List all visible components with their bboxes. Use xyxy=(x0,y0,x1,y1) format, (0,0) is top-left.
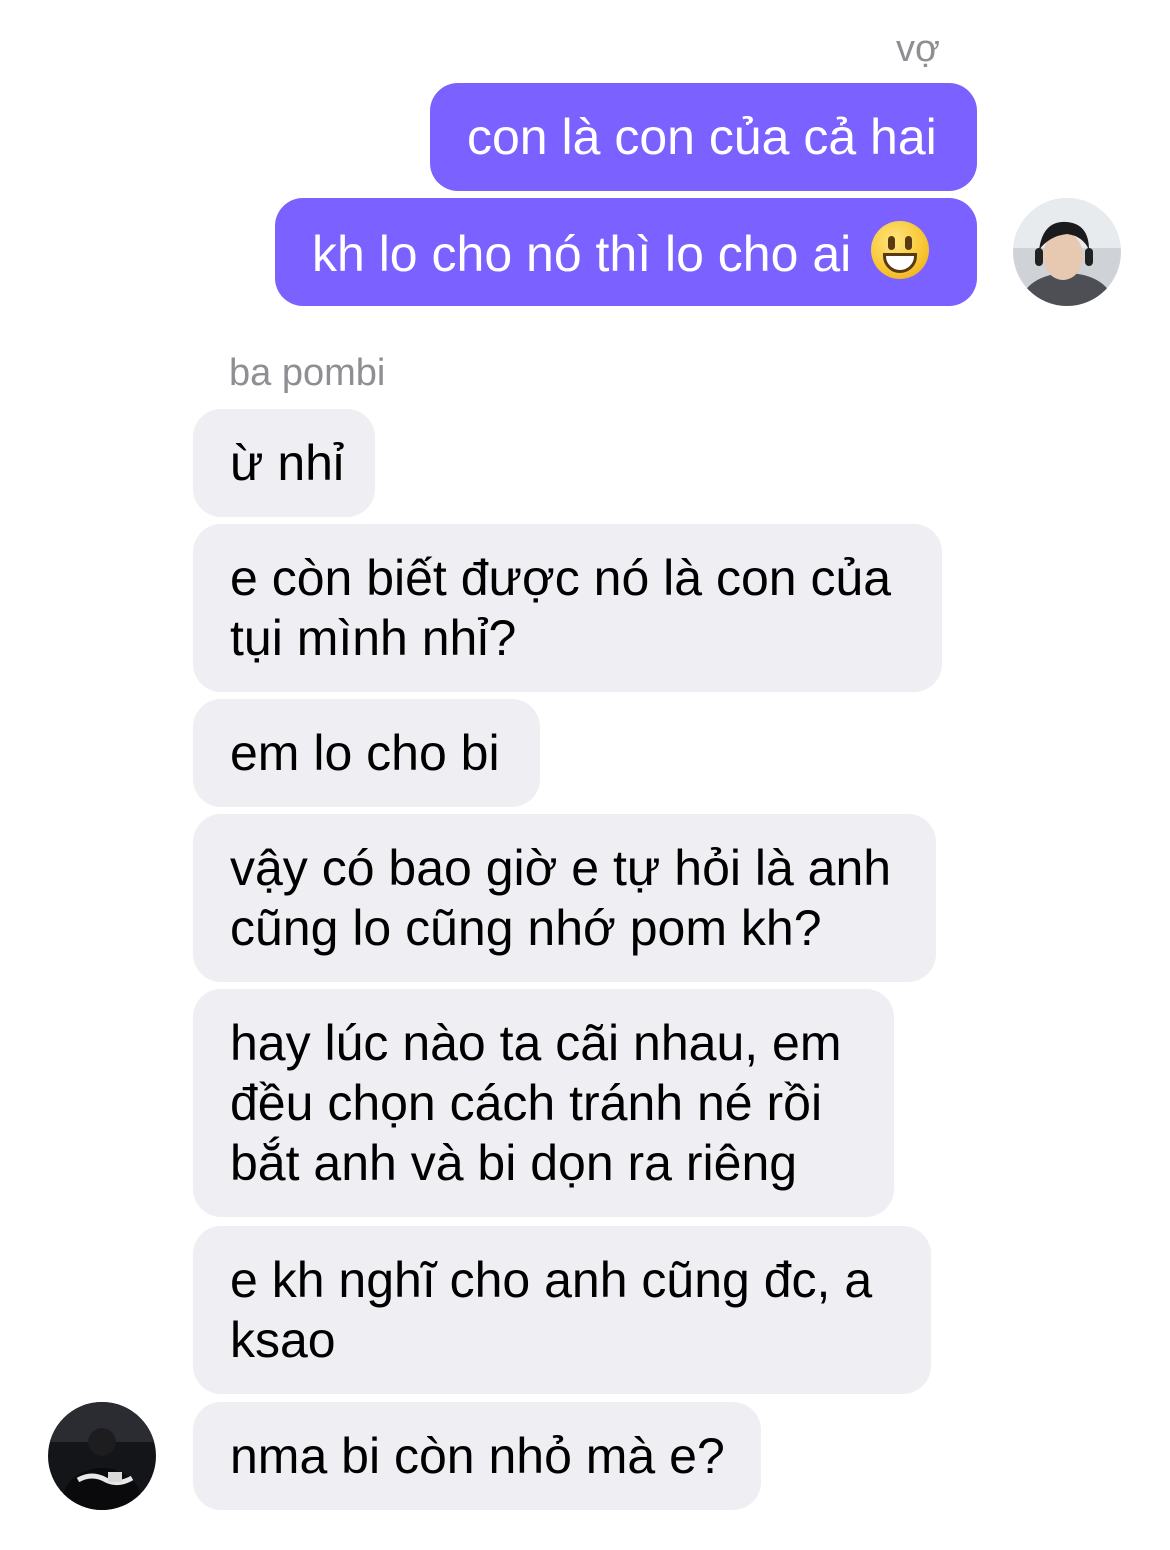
message-text: hay lúc nào ta cãi nhau, em xyxy=(230,1015,842,1071)
message-text: đều chọn cách tránh né rồi xyxy=(230,1075,823,1131)
message-text: cũng lo cũng nhớ pom kh? xyxy=(230,900,822,956)
incoming-message-bubble[interactable]: vậy có bao giờ e tự hỏi là anh cũng lo c… xyxy=(193,814,936,982)
message-text: ừ nhỉ xyxy=(230,435,345,491)
message-text: kh lo cho nó thì lo cho ai xyxy=(312,225,852,282)
incoming-message-bubble[interactable]: e còn biết được nó là con của tụi mình n… xyxy=(193,524,942,692)
incoming-message-bubble[interactable]: em lo cho bi xyxy=(193,699,540,807)
message-text: ksao xyxy=(230,1312,336,1368)
message-text: em lo cho bi xyxy=(230,725,500,781)
incoming-message-bubble[interactable]: nma bi còn nhỏ mà e? xyxy=(193,1402,761,1510)
outgoing-message-bubble[interactable]: kh lo cho nó thì lo cho ai xyxy=(275,198,977,306)
incoming-message-bubble[interactable]: hay lúc nào ta cãi nhau, em đều chọn các… xyxy=(193,989,894,1217)
message-text: e còn biết được nó là con của xyxy=(230,550,892,606)
message-text: nma bi còn nhỏ mà e? xyxy=(230,1428,725,1484)
outgoing-sender-name: vợ xyxy=(896,28,940,70)
message-text: bắt anh và bi dọn ra riêng xyxy=(230,1135,798,1191)
outgoing-user-avatar[interactable] xyxy=(1013,198,1121,306)
grinning-face-emoji xyxy=(871,220,930,279)
message-text: vậy có bao giờ e tự hỏi là anh xyxy=(230,840,892,896)
outgoing-message-bubble[interactable]: con là con của cả hai xyxy=(430,83,977,191)
message-text: e kh nghĩ cho anh cũng đc, a xyxy=(230,1252,873,1308)
message-text-row: kh lo cho nó thì lo cho ai xyxy=(312,220,940,284)
incoming-message-bubble[interactable]: e kh nghĩ cho anh cũng đc, a ksao xyxy=(193,1226,931,1394)
message-text: tụi mình nhỉ? xyxy=(230,610,517,666)
incoming-sender-name: ba pombi xyxy=(229,352,386,394)
incoming-message-bubble[interactable]: ừ nhỉ xyxy=(193,409,375,517)
message-text: con là con của cả hai xyxy=(467,109,937,165)
incoming-user-avatar[interactable] xyxy=(48,1402,156,1510)
